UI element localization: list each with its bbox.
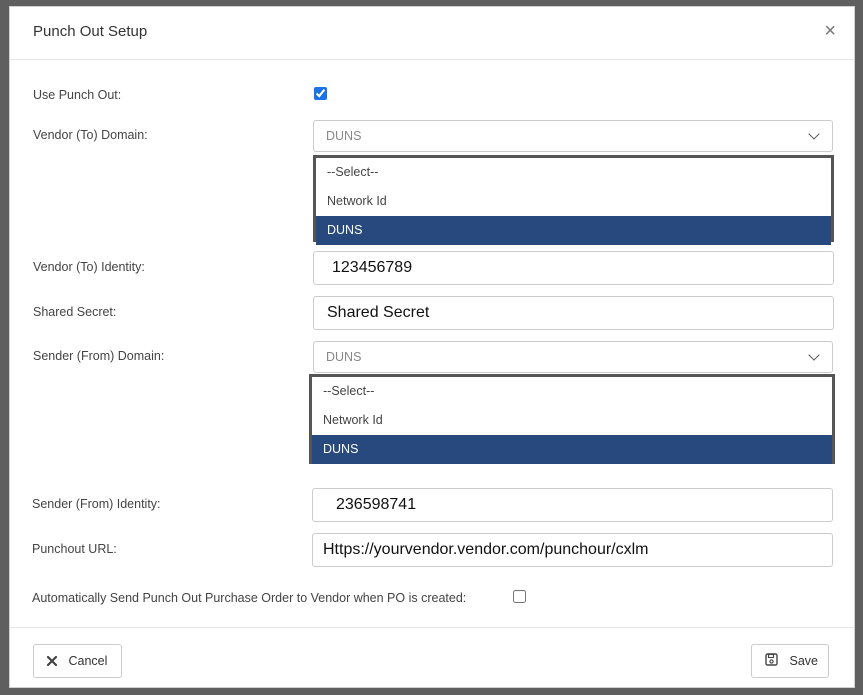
dialog-header: Punch Out Setup × xyxy=(10,7,854,60)
vendor-domain-option-selected[interactable]: DUNS xyxy=(316,216,831,245)
save-label: Save xyxy=(789,654,818,668)
use-punch-out-checkbox[interactable] xyxy=(314,87,327,100)
sender-domain-option[interactable]: --Select-- xyxy=(312,377,832,406)
vendor-domain-options: --Select-- Network Id DUNS xyxy=(313,155,834,245)
vendor-domain-label: Vendor (To) Domain: xyxy=(33,128,148,142)
sender-identity-input[interactable]: 236598741 xyxy=(312,488,833,522)
use-punch-out-label: Use Punch Out: xyxy=(33,88,122,102)
punchout-url-input[interactable]: Https://yourvendor.vendor.com/punchour/c… xyxy=(312,533,833,567)
sender-domain-options: --Select-- Network Id DUNS xyxy=(309,374,835,464)
vendor-domain-selected-value: DUNS xyxy=(326,129,362,143)
save-button[interactable]: Save xyxy=(751,644,829,678)
floppy-disk-icon xyxy=(765,646,778,678)
vendor-domain-option[interactable]: --Select-- xyxy=(316,158,831,187)
shared-secret-input[interactable]: Shared Secret xyxy=(313,296,834,330)
sender-domain-selected-value: DUNS xyxy=(326,350,362,364)
dialog-title: Punch Out Setup xyxy=(33,23,148,40)
footer-divider xyxy=(10,627,854,628)
cancel-label: Cancel xyxy=(68,654,108,668)
vendor-domain-option[interactable]: Network Id xyxy=(316,187,831,216)
sender-domain-label: Sender (From) Domain: xyxy=(33,349,165,363)
vendor-identity-input[interactable]: 123456789 xyxy=(313,251,834,285)
sender-domain-option-selected[interactable]: DUNS xyxy=(312,435,832,464)
vendor-domain-select[interactable]: DUNS xyxy=(313,120,833,152)
auto-send-label: Automatically Send Punch Out Purchase Or… xyxy=(32,591,467,605)
cancel-button[interactable]: Cancel xyxy=(33,644,122,678)
auto-send-checkbox[interactable] xyxy=(513,590,526,603)
punch-out-setup-dialog: Punch Out Setup × Use Punch Out: Vendor … xyxy=(9,6,855,688)
x-icon xyxy=(46,646,58,678)
chevron-down-icon xyxy=(808,349,820,361)
shared-secret-label: Shared Secret: xyxy=(33,305,117,319)
sender-domain-select[interactable]: DUNS xyxy=(313,341,833,373)
vendor-identity-label: Vendor (To) Identity: xyxy=(33,260,145,274)
sender-identity-label: Sender (From) Identity: xyxy=(32,497,161,511)
sender-domain-option[interactable]: Network Id xyxy=(312,406,832,435)
chevron-down-icon xyxy=(808,128,820,140)
punchout-url-label: Punchout URL: xyxy=(32,542,117,556)
close-icon[interactable]: × xyxy=(824,21,836,41)
